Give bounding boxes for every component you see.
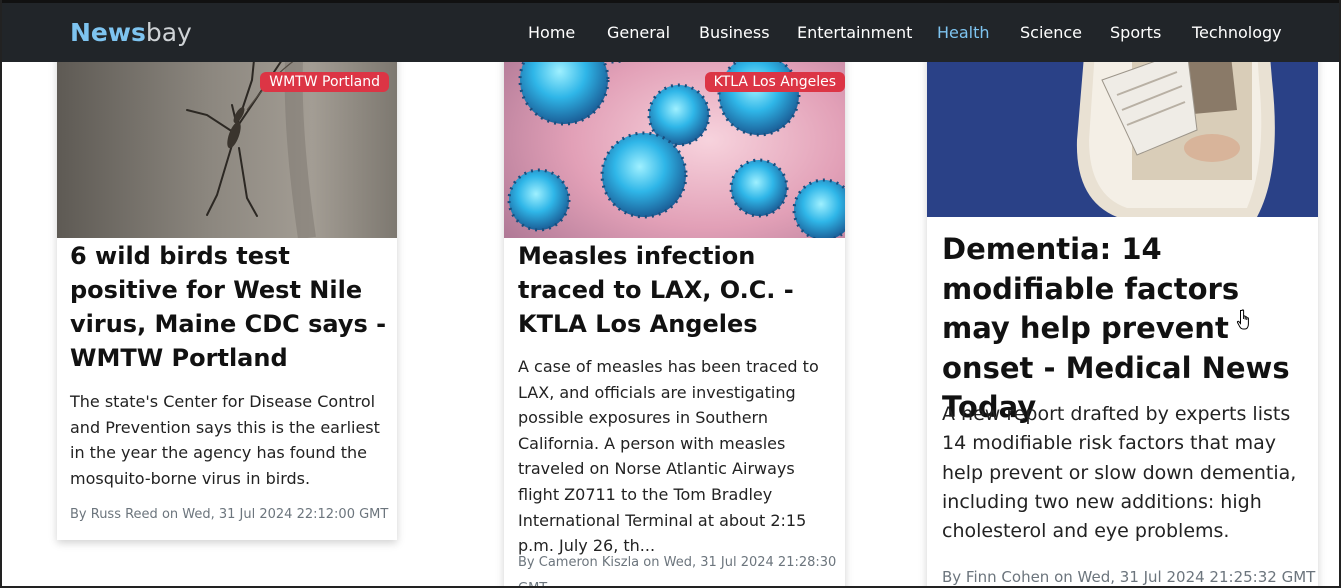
nav-health[interactable]: Health xyxy=(937,22,990,44)
hand-cursor-icon xyxy=(1235,308,1253,336)
nav-technology[interactable]: Technology xyxy=(1192,22,1282,44)
article-title[interactable]: 6 wild birds test positive for West Nile… xyxy=(70,239,390,375)
top-navbar: Newsbay Home General Business Entertainm… xyxy=(2,0,1339,62)
article-meta: By Russ Reed on Wed, 31 Jul 2024 22:12:0… xyxy=(70,507,389,522)
article-title[interactable]: Dementia: 14 modifiable factors may help… xyxy=(942,230,1312,428)
article-description: The state's Center for Disease Control a… xyxy=(70,392,380,488)
nav-science[interactable]: Science xyxy=(1020,22,1082,44)
brand-name-part1: News xyxy=(70,18,146,47)
news-card-2[interactable]: KTLA Los Angeles Measles infection trace… xyxy=(504,20,845,586)
article-meta: By Cameron Kiszla on Wed, 31 Jul 2024 21… xyxy=(518,555,837,586)
article-description: A new report drafted by experts lists 14… xyxy=(942,403,1297,543)
brand-logo[interactable]: Newsbay xyxy=(70,17,192,49)
source-badge: WMTW Portland xyxy=(260,72,389,92)
nav-entertainment[interactable]: Entertainment xyxy=(797,22,912,44)
nav-sports[interactable]: Sports xyxy=(1110,22,1161,44)
app-window: WMTW Portland 6 wild birds test positive… xyxy=(0,0,1341,588)
news-card-1[interactable]: WMTW Portland 6 wild birds test positive… xyxy=(57,20,397,540)
source-badge: KTLA Los Angeles xyxy=(704,72,845,92)
nav-business[interactable]: Business xyxy=(699,22,770,44)
article-meta: By Finn Cohen on Wed, 31 Jul 2024 21:25:… xyxy=(942,568,1316,586)
nav-general[interactable]: General xyxy=(607,22,670,44)
article-description: A case of measles has been traced to LAX… xyxy=(518,357,819,556)
news-card-3[interactable]: Dementia: 14 modifiable factors may help… xyxy=(927,20,1318,586)
nav-home[interactable]: Home xyxy=(528,22,575,44)
article-title[interactable]: Measles infection traced to LAX, O.C. - … xyxy=(518,239,838,341)
brand-name-part2: bay xyxy=(145,18,192,47)
